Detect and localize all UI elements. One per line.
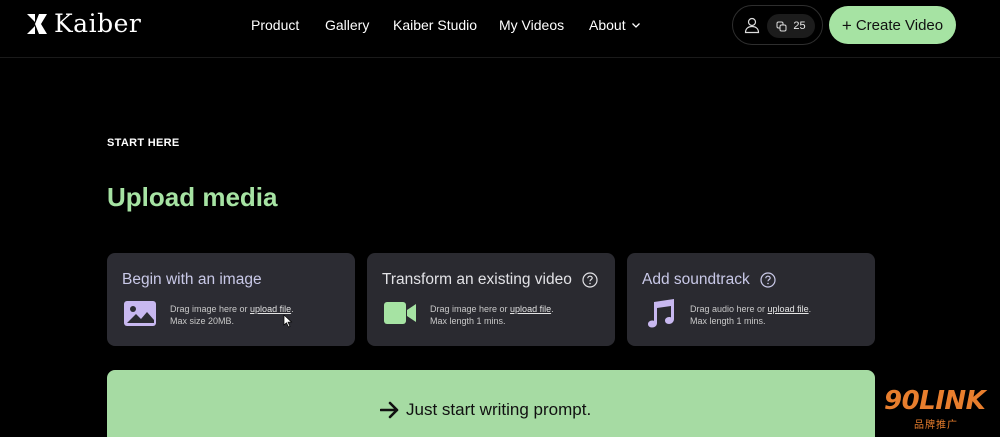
add-soundtrack-desc: Drag audio here or upload file. Max leng… [690,303,811,327]
nav-about-label: About [589,17,626,33]
desc-limit: Max length 1 mins. [690,316,766,326]
section-eyebrow: START HERE [107,137,180,149]
upload-file-link[interactable]: upload file [768,304,809,314]
upload-file-link[interactable]: upload file [250,304,291,314]
watermark-logo: 90LINK 品牌推广 [884,382,992,431]
page: Kaiber Product Gallery Kaiber Studio My … [0,0,1000,437]
upload-image-title-text: Begin with an image [122,271,262,288]
desc-prefix: Drag image here or [170,304,251,314]
upload-video-title: Transform an existing video [382,271,598,289]
add-soundtrack-title: Add soundtrack [642,271,776,289]
watermark-sub-text: 品牌推广 [914,420,958,431]
nav-my-videos[interactable]: My Videos [499,17,564,33]
brand-name: Kaiber [54,9,142,38]
create-video-button[interactable]: + Create Video [829,6,956,44]
credits-badge[interactable]: 25 [767,14,815,38]
image-icon [124,301,156,326]
upload-image-title: Begin with an image [122,271,262,289]
write-prompt-button[interactable]: Just start writing prompt. [107,370,875,437]
upload-video-desc: Drag image here or upload file. Max leng… [430,303,554,327]
chevron-down-icon [631,23,640,28]
credits-count: 25 [793,20,806,32]
coins-icon [776,21,787,31]
desc-suffix: . [551,304,554,314]
upload-image-card[interactable]: Begin with an image Drag image here or u… [107,253,355,346]
account-pill[interactable]: 25 [732,5,823,45]
desc-suffix: . [291,304,294,314]
nav-about[interactable]: About [589,17,641,33]
write-prompt-text: Just start writing prompt. [406,400,592,419]
nav-gallery[interactable]: Gallery [325,17,369,33]
watermark-main-text: 90LINK [884,386,986,416]
upload-video-title-text: Transform an existing video [382,271,572,288]
music-note-icon [648,299,674,328]
desc-suffix: . [808,304,812,314]
help-icon[interactable] [582,272,598,288]
arrow-right-icon [380,401,399,419]
upload-video-card[interactable]: Transform an existing video Drag image h… [367,253,615,346]
nav-product[interactable]: Product [251,17,299,33]
add-soundtrack-card[interactable]: Add soundtrack Drag audio here or upload… [627,253,875,346]
upload-image-desc: Drag image here or upload file. Max size… [170,303,294,327]
page-title: Upload media [107,182,278,212]
write-prompt-label: Just start writing prompt. [380,400,591,420]
desc-limit: Max size 20MB. [170,316,235,326]
upload-file-link[interactable]: upload file [510,304,551,314]
video-camera-icon [384,302,416,324]
help-icon[interactable] [760,272,776,288]
user-icon[interactable] [743,16,761,34]
add-soundtrack-title-text: Add soundtrack [642,271,750,288]
plus-icon: + [841,15,852,35]
desc-prefix: Drag audio here or [690,304,768,314]
kaiber-logo-icon [27,13,47,34]
create-video-label: Create Video [855,16,944,34]
mouse-cursor-icon [283,314,293,328]
top-nav-bar: Kaiber Product Gallery Kaiber Studio My … [0,0,1000,58]
desc-limit: Max length 1 mins. [430,316,506,326]
desc-prefix: Drag image here or [430,304,511,314]
nav-kaiber-studio[interactable]: Kaiber Studio [393,17,477,33]
kaiber-logo[interactable]: Kaiber [26,9,141,38]
